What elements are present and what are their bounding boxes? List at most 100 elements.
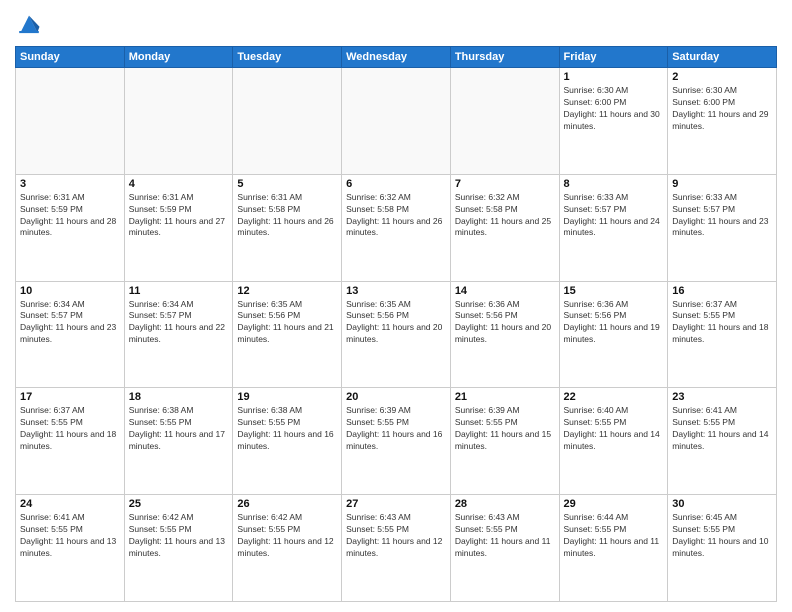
day-number: 16 [672,285,772,297]
weekday-monday: Monday [124,47,233,68]
weekday-tuesday: Tuesday [233,47,342,68]
day-cell: 23Sunrise: 6:41 AMSunset: 5:55 PMDayligh… [668,388,777,495]
weekday-sunday: Sunday [16,47,125,68]
day-number: 8 [564,178,664,190]
calendar: SundayMondayTuesdayWednesdayThursdayFrid… [15,46,777,602]
page: SundayMondayTuesdayWednesdayThursdayFrid… [0,0,792,612]
day-cell: 8Sunrise: 6:33 AMSunset: 5:57 PMDaylight… [559,174,668,281]
day-number: 15 [564,285,664,297]
day-number: 17 [20,391,120,403]
day-cell: 9Sunrise: 6:33 AMSunset: 5:57 PMDaylight… [668,174,777,281]
day-number: 18 [129,391,229,403]
day-cell [342,68,451,175]
day-cell: 19 Sunrise: 6:38 AMSunset: 5:55 PMDayligh… [233,388,342,495]
day-info: Sunrise: 6:34 AMSunset: 5:57 PMDaylight:… [129,299,229,347]
day-cell: 10 Sunrise: 6:34 AMSunset: 5:57 PMDayligh… [16,281,125,388]
day-info: Sunrise: 6:44 AMSunset: 5:55 PMDaylight:… [564,512,664,560]
day-cell [16,68,125,175]
day-info: Sunrise: 6:32 AMSunset: 5:58 PMDaylight:… [346,192,446,240]
day-number: 23 [672,391,772,403]
day-number: 13 [346,285,446,297]
day-info: Sunrise: 6:33 AMSunset: 5:57 PMDaylight:… [672,192,772,240]
day-info: Sunrise: 6:38 AMSunset: 5:55 PMDaylight:… [129,405,229,453]
logo [15,10,45,38]
day-info: Sunrise: 6:36 AMSunset: 5:56 PMDaylight:… [455,299,555,347]
day-info: Sunrise: 6:41 AMSunset: 5:55 PMDaylight:… [20,512,120,560]
day-cell: 6 Sunrise: 6:32 AMSunset: 5:58 PMDaylight… [342,174,451,281]
day-cell [124,68,233,175]
day-cell: 3 Sunrise: 6:31 AMSunset: 5:59 PMDaylight… [16,174,125,281]
weekday-thursday: Thursday [450,47,559,68]
day-info: Sunrise: 6:42 AMSunset: 5:55 PMDaylight:… [237,512,337,560]
day-cell: 27Sunrise: 6:43 AMSunset: 5:55 PMDayligh… [342,495,451,602]
day-number: 6 [346,178,446,190]
day-info: Sunrise: 6:31 AMSunset: 5:58 PMDaylight:… [237,192,337,240]
weekday-wednesday: Wednesday [342,47,451,68]
week-row-2: 3 Sunrise: 6:31 AMSunset: 5:59 PMDaylight… [16,174,777,281]
day-info: Sunrise: 6:43 AMSunset: 5:55 PMDaylight:… [346,512,446,560]
day-info: Sunrise: 6:30 AMSunset: 6:00 PMDaylight:… [564,85,664,133]
day-cell: 15 Sunrise: 6:36 AMSunset: 5:56 PMDayligh… [559,281,668,388]
day-number: 29 [564,498,664,510]
day-cell: 26 Sunrise: 6:42 AMSunset: 5:55 PMDayligh… [233,495,342,602]
day-cell: 2 Sunrise: 6:30 AMSunset: 6:00 PMDaylight… [668,68,777,175]
day-cell: 16 Sunrise: 6:37 AMSunset: 5:55 PMDayligh… [668,281,777,388]
day-info: Sunrise: 6:40 AMSunset: 5:55 PMDaylight:… [564,405,664,453]
day-number: 1 [564,71,664,83]
day-info: Sunrise: 6:39 AMSunset: 5:55 PMDaylight:… [455,405,555,453]
day-info: Sunrise: 6:39 AMSunset: 5:55 PMDaylight:… [346,405,446,453]
day-info: Sunrise: 6:37 AMSunset: 5:55 PMDaylight:… [20,405,120,453]
day-info: Sunrise: 6:32 AMSunset: 5:58 PMDaylight:… [455,192,555,240]
day-cell: 14 Sunrise: 6:36 AMSunset: 5:56 PMDayligh… [450,281,559,388]
weekday-friday: Friday [559,47,668,68]
day-info: Sunrise: 6:38 AMSunset: 5:55 PMDaylight:… [237,405,337,453]
weekday-saturday: Saturday [668,47,777,68]
day-number: 3 [20,178,120,190]
day-cell: 11 Sunrise: 6:34 AMSunset: 5:57 PMDayligh… [124,281,233,388]
day-cell: 1 Sunrise: 6:30 AMSunset: 6:00 PMDaylight… [559,68,668,175]
day-cell: 25 Sunrise: 6:42 AMSunset: 5:55 PMDayligh… [124,495,233,602]
header [15,10,777,38]
day-number: 25 [129,498,229,510]
day-info: Sunrise: 6:36 AMSunset: 5:56 PMDaylight:… [564,299,664,347]
day-info: Sunrise: 6:43 AMSunset: 5:55 PMDaylight:… [455,512,555,560]
day-info: Sunrise: 6:31 AMSunset: 5:59 PMDaylight:… [20,192,120,240]
day-info: Sunrise: 6:34 AMSunset: 5:57 PMDaylight:… [20,299,120,347]
day-cell [233,68,342,175]
day-info: Sunrise: 6:30 AMSunset: 6:00 PMDaylight:… [672,85,772,133]
day-cell: 4 Sunrise: 6:31 AMSunset: 5:59 PMDaylight… [124,174,233,281]
day-info: Sunrise: 6:35 AMSunset: 5:56 PMDaylight:… [346,299,446,347]
day-number: 19 [237,391,337,403]
day-cell: 5 Sunrise: 6:31 AMSunset: 5:58 PMDaylight… [233,174,342,281]
week-row-3: 10 Sunrise: 6:34 AMSunset: 5:57 PMDayligh… [16,281,777,388]
day-cell: 13 Sunrise: 6:35 AMSunset: 5:56 PMDayligh… [342,281,451,388]
day-info: Sunrise: 6:31 AMSunset: 5:59 PMDaylight:… [129,192,229,240]
day-cell: 12 Sunrise: 6:35 AMSunset: 5:56 PMDayligh… [233,281,342,388]
day-info: Sunrise: 6:37 AMSunset: 5:55 PMDaylight:… [672,299,772,347]
day-number: 28 [455,498,555,510]
day-cell: 21Sunrise: 6:39 AMSunset: 5:55 PMDayligh… [450,388,559,495]
day-number: 10 [20,285,120,297]
day-cell: 30Sunrise: 6:45 AMSunset: 5:55 PMDayligh… [668,495,777,602]
day-number: 2 [672,71,772,83]
day-number: 14 [455,285,555,297]
day-cell: 22 Sunrise: 6:40 AMSunset: 5:55 PMDayligh… [559,388,668,495]
day-number: 30 [672,498,772,510]
week-row-1: 1 Sunrise: 6:30 AMSunset: 6:00 PMDaylight… [16,68,777,175]
day-number: 12 [237,285,337,297]
day-number: 22 [564,391,664,403]
day-cell: 7 Sunrise: 6:32 AMSunset: 5:58 PMDaylight… [450,174,559,281]
day-number: 4 [129,178,229,190]
day-number: 20 [346,391,446,403]
day-info: Sunrise: 6:42 AMSunset: 5:55 PMDaylight:… [129,512,229,560]
weekday-header-row: SundayMondayTuesdayWednesdayThursdayFrid… [16,47,777,68]
day-cell: 20 Sunrise: 6:39 AMSunset: 5:55 PMDayligh… [342,388,451,495]
logo-icon [15,10,43,38]
day-number: 26 [237,498,337,510]
day-cell [450,68,559,175]
day-cell: 29 Sunrise: 6:44 AMSunset: 5:55 PMDayligh… [559,495,668,602]
day-number: 7 [455,178,555,190]
day-info: Sunrise: 6:35 AMSunset: 5:56 PMDaylight:… [237,299,337,347]
day-number: 5 [237,178,337,190]
day-number: 11 [129,285,229,297]
